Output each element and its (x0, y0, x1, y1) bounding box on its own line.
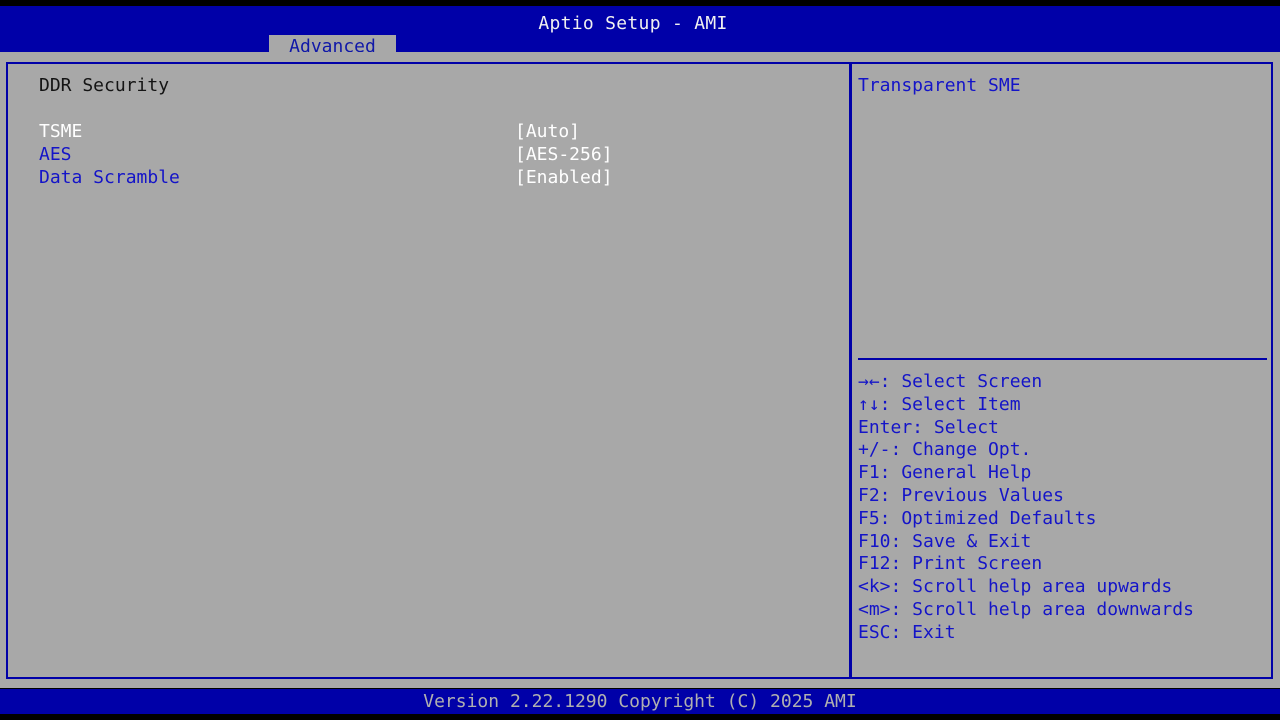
option-tsme[interactable]: TSME [Auto] (39, 121, 839, 143)
footer-bar: Version 2.22.1290 Copyright (C) 2025 AMI (0, 689, 1280, 714)
app-title: Aptio Setup - AMI (538, 13, 728, 34)
key-hint: F10: Save & Exit (858, 530, 1032, 552)
option-label: AES (39, 144, 72, 165)
option-label: TSME (39, 121, 83, 142)
key-hint: →←: Select Screen (858, 371, 1043, 392)
key-hint: <m>: Scroll help area downwards (858, 598, 1194, 620)
key-hint: Enter: Select (858, 416, 999, 438)
key-hint: F2: Previous Values (858, 484, 1064, 506)
option-aes[interactable]: AES [AES-256] (39, 144, 839, 166)
key-hint: ESC: Exit (858, 621, 956, 643)
option-value[interactable]: [Auto] (515, 121, 580, 142)
key-hint: F12: Print Screen (858, 553, 1043, 575)
section-title: DDR Security (39, 75, 170, 96)
option-label: Data Scramble (39, 167, 180, 188)
version-text: Version 2.22.1290 Copyright (C) 2025 AMI (423, 691, 857, 712)
option-value[interactable]: [Enabled] (515, 167, 613, 188)
key-hint: ↑↓: Select Item (858, 393, 1021, 415)
key-legend: →←: Select Screen ↑↓: Select Item Enter:… (858, 371, 1194, 645)
key-hint: F1: General Help (858, 462, 1032, 484)
key-hint: +/-: Change Opt. (858, 439, 1032, 461)
key-hint: <k>: Scroll help area upwards (858, 576, 1173, 598)
option-data-scramble[interactable]: Data Scramble [Enabled] (39, 167, 839, 189)
panel-divider (849, 62, 852, 679)
title-bar: Aptio Setup - AMI Advanced (0, 6, 1280, 58)
help-separator (858, 358, 1267, 360)
help-description: Transparent SME (858, 75, 1021, 96)
key-hint: F5: Optimized Defaults (858, 507, 1097, 529)
option-value[interactable]: [AES-256] (515, 144, 613, 165)
